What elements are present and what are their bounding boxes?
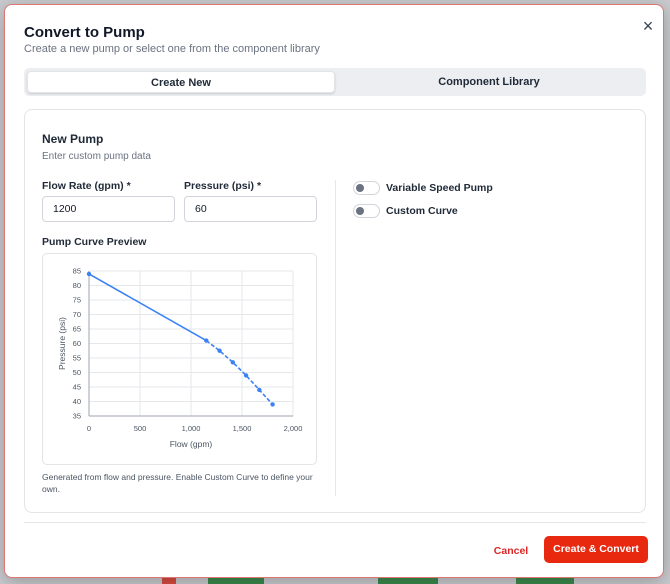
convert-to-pump-dialog: × Convert to Pump Create a new pump or s… — [4, 4, 664, 578]
curve-preview-title: Pump Curve Preview — [42, 236, 147, 248]
x-tick-label: 2,000 — [284, 424, 303, 433]
y-tick-label: 60 — [73, 339, 81, 348]
custom-curve-toggle[interactable] — [353, 204, 380, 218]
y-tick-label: 50 — [73, 368, 81, 377]
y-tick-label: 85 — [73, 267, 81, 276]
y-tick-label: 80 — [73, 281, 81, 290]
chart-note: Generated from flow and pressure. Enable… — [42, 472, 313, 494]
new-pump-card: New Pump Enter custom pump data Flow Rat… — [24, 109, 646, 513]
flow-rate-label: Flow Rate (gpm) * — [42, 180, 131, 192]
toggle-knob — [356, 184, 364, 192]
pressure-label: Pressure (psi) * — [184, 180, 262, 192]
create-convert-button[interactable]: Create & Convert — [544, 536, 648, 563]
x-tick-label: 500 — [134, 424, 147, 433]
cancel-button[interactable]: Cancel — [487, 538, 535, 564]
y-tick-label: 45 — [73, 383, 81, 392]
tab-bar: Create New Component Library — [24, 68, 646, 96]
data-point — [217, 348, 222, 353]
variable-speed-label: Variable Speed Pump — [386, 182, 493, 194]
data-point — [86, 271, 92, 277]
x-tick-label: 1,000 — [182, 424, 201, 433]
tab-component-library[interactable]: Component Library — [335, 71, 643, 93]
y-tick-label: 75 — [73, 296, 81, 305]
flow-rate-input[interactable] — [42, 196, 175, 222]
card-title: New Pump — [42, 132, 104, 146]
y-tick-label: 65 — [73, 325, 81, 334]
custom-curve-label: Custom Curve — [386, 205, 458, 217]
tab-create-new[interactable]: Create New — [27, 71, 335, 93]
x-tick-label: 1,500 — [233, 424, 252, 433]
variable-speed-toggle[interactable] — [353, 181, 380, 195]
close-icon[interactable]: × — [639, 17, 657, 35]
footer-divider — [24, 522, 646, 523]
y-tick-label: 70 — [73, 310, 81, 319]
x-axis-label: Flow (gpm) — [170, 439, 213, 449]
series-line — [88, 273, 207, 342]
dialog-title: Convert to Pump — [24, 24, 145, 41]
data-point — [204, 338, 209, 343]
column-divider — [335, 180, 336, 496]
pump-curve-svg: 0 500 1,000 1,500 2,000 35 40 45 50 55 60 65 70 75 80 8… — [57, 267, 303, 450]
data-point — [230, 360, 236, 365]
y-tick-label: 40 — [73, 397, 81, 406]
data-point — [270, 402, 275, 407]
data-point — [257, 387, 262, 393]
y-tick-label: 35 — [73, 412, 81, 421]
toggle-knob — [356, 207, 364, 215]
x-tick-label: 0 — [87, 424, 91, 433]
y-tick-label: 55 — [73, 354, 81, 363]
y-axis-label: Pressure (psi) — [57, 317, 67, 370]
pump-curve-chart: 0 500 1,000 1,500 2,000 35 40 45 50 55 60 65 70 75 80 8… — [42, 253, 317, 465]
dialog-subtitle: Create a new pump or select one from the… — [24, 43, 320, 55]
card-description: Enter custom pump data — [42, 151, 151, 162]
pressure-input[interactable] — [184, 196, 317, 222]
data-point — [243, 373, 249, 378]
